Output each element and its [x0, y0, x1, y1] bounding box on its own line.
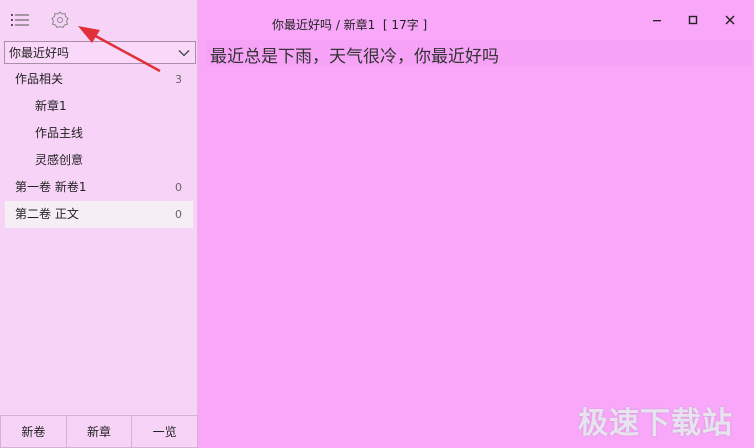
chapter-tree: 作品相关 3 新章1 作品主线 灵感创意 第一卷 新卷1 0 第二卷 正文 0 — [5, 66, 193, 228]
tree-item-volume-1[interactable]: 第一卷 新卷1 0 — [5, 174, 193, 201]
menu-icon[interactable] — [11, 12, 29, 28]
editor-text[interactable]: 最近总是下雨，天气很冷，你最近好吗 — [210, 42, 499, 67]
chevron-down-icon — [178, 50, 190, 57]
tree-item-new-chapter-1[interactable]: 新章1 — [5, 93, 193, 120]
tree-item-works[interactable]: 作品相关 3 — [5, 66, 193, 93]
tree-item-count: 3 — [175, 73, 182, 86]
tree-item-label: 第一卷 新卷1 — [15, 180, 87, 194]
gear-icon[interactable] — [50, 10, 70, 30]
tree-item-label: 新章1 — [35, 99, 67, 113]
close-icon[interactable] — [722, 12, 738, 28]
tree-item-label: 第二卷 正文 — [15, 207, 79, 221]
tree-item-label: 灵感创意 — [35, 153, 84, 167]
minimize-icon[interactable] — [649, 12, 665, 28]
new-chapter-button[interactable]: 新章 — [66, 415, 133, 448]
watermark-logo: 极速下载站 — [578, 406, 733, 441]
tree-item-label: 作品相关 — [15, 72, 64, 86]
tree-item-count: 0 — [175, 208, 182, 221]
tree-item-volume-2[interactable]: 第二卷 正文 0 — [5, 201, 193, 228]
sidebar-toolbar — [0, 0, 198, 40]
overview-button[interactable]: 一览 — [132, 415, 199, 448]
sidebar: 你最近好吗 作品相关 3 新章1 作品主线 灵感创意 第一卷 新卷1 0 第二卷… — [0, 0, 199, 448]
book-select-value: 你最近好吗 — [9, 46, 70, 60]
document-title: 你最近好吗 / 新章1 [ 17字 ] — [272, 18, 428, 32]
tree-item-main-line[interactable]: 作品主线 — [5, 120, 193, 147]
editor-pane: 你最近好吗 / 新章1 [ 17字 ] 最近总是下雨，天气很冷，你最近好吗 — [199, 0, 754, 448]
new-volume-button[interactable]: 新卷 — [0, 415, 67, 448]
sidebar-button-bar: 新卷 新章 一览 — [0, 415, 199, 448]
tree-item-label: 作品主线 — [35, 126, 84, 140]
maximize-icon[interactable] — [685, 12, 701, 28]
book-select[interactable]: 你最近好吗 — [4, 41, 196, 64]
tree-item-count: 0 — [175, 181, 182, 194]
tree-item-inspiration[interactable]: 灵感创意 — [5, 147, 193, 174]
